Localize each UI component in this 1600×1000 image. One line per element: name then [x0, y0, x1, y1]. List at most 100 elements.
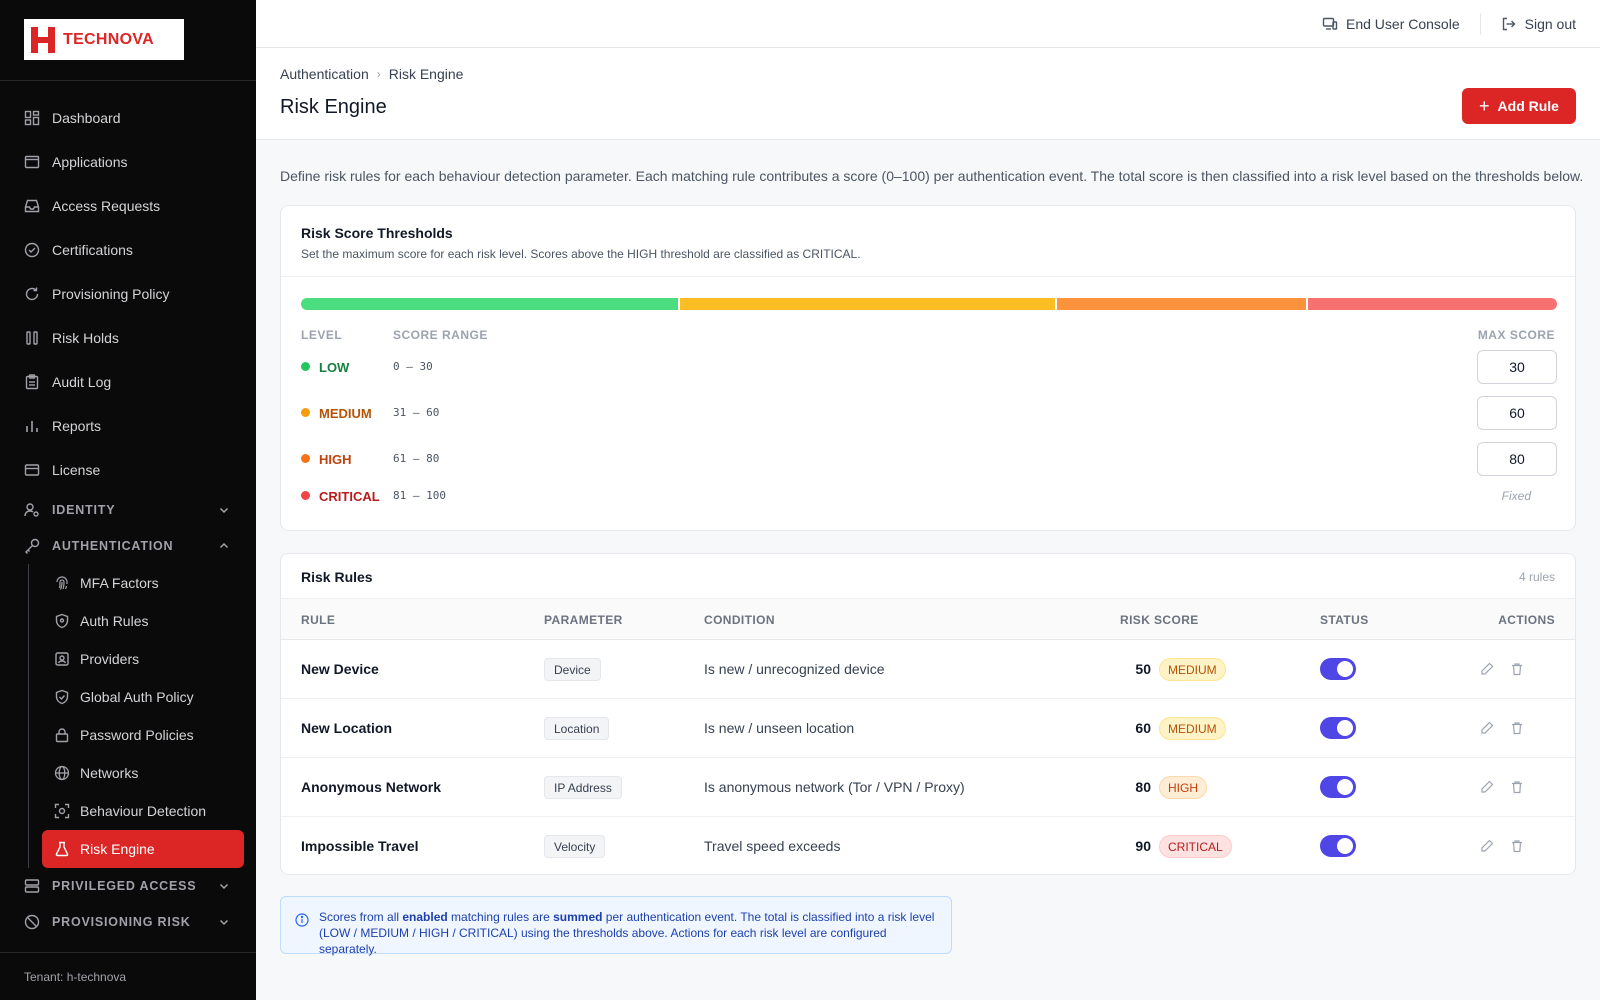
sidebar-item-risk-holds[interactable]: Risk Holds — [0, 316, 256, 360]
sidebar-item-dashboard[interactable]: Dashboard — [0, 96, 256, 140]
edit-icon[interactable] — [1480, 780, 1494, 794]
card-divider — [281, 276, 1575, 277]
col-score-range: SCORE RANGE — [393, 328, 488, 342]
section-label: IDENTITY — [52, 503, 116, 517]
sidebar-divider — [0, 80, 256, 81]
status-toggle[interactable] — [1320, 658, 1356, 680]
section-authentication[interactable]: AUTHENTICATION — [0, 528, 256, 564]
risk-level-badge: CRITICAL — [1159, 835, 1232, 858]
risk-score-value: 80 — [1135, 779, 1151, 795]
info-part: matching rules are — [447, 910, 554, 924]
th-status: STATUS — [1320, 613, 1369, 627]
sidebar-item-risk-engine[interactable]: Risk Engine — [42, 830, 244, 868]
edit-icon[interactable] — [1480, 839, 1494, 853]
credit-card-icon — [24, 462, 40, 478]
trash-icon[interactable] — [1510, 780, 1524, 794]
breadcrumb: Authentication › Risk Engine — [280, 66, 463, 82]
sidebar-item-label: Certifications — [52, 242, 133, 258]
sidebar-item-certifications[interactable]: Certifications — [0, 228, 256, 272]
rule-condition: Is anonymous network (Tor / VPN / Proxy) — [704, 779, 965, 795]
sidebar-item-global-auth-policy[interactable]: Global Auth Policy — [42, 678, 244, 716]
brand-logo[interactable]: TECHNOVA — [24, 19, 184, 60]
table-row: New Location Location Is new / unseen lo… — [281, 699, 1575, 758]
end-user-console-button[interactable]: End User Console — [1322, 16, 1460, 32]
topbar: End User Console Sign out — [256, 0, 1600, 48]
sidebar-item-mfa-factors[interactable]: MFA Factors — [42, 564, 244, 602]
rule-name: New Location — [301, 720, 393, 736]
sidebar-item-providers[interactable]: Providers — [42, 640, 244, 678]
table-row: Anonymous Network IP Address Is anonymou… — [281, 758, 1575, 817]
sidebar-item-label: Networks — [80, 765, 139, 781]
sidebar-item-networks[interactable]: Networks — [42, 754, 244, 792]
breadcrumb-item-authentication[interactable]: Authentication — [280, 66, 369, 82]
max-score-input-medium[interactable] — [1477, 396, 1557, 430]
section-provisioning-risk[interactable]: PROVISIONING RISK — [0, 904, 256, 940]
sidebar-item-audit-log[interactable]: Audit Log — [0, 360, 256, 404]
trash-icon[interactable] — [1510, 721, 1524, 735]
th-risk-score: RISK SCORE — [1120, 613, 1199, 627]
rules-count: 4 rules — [1518, 570, 1555, 584]
status-toggle[interactable] — [1320, 835, 1356, 857]
sidebar-item-password-policies[interactable]: Password Policies — [42, 716, 244, 754]
info-bold: summed — [553, 910, 603, 924]
max-score-input-high[interactable] — [1477, 442, 1557, 476]
parameter-tag: IP Address — [544, 776, 622, 799]
add-rule-button[interactable]: + Add Rule — [1462, 88, 1576, 124]
sidebar-item-license[interactable]: License — [0, 448, 256, 492]
max-score-input-low[interactable] — [1477, 350, 1557, 384]
trash-icon[interactable] — [1510, 839, 1524, 853]
sidebar-item-behaviour-detection[interactable]: Behaviour Detection — [42, 792, 244, 830]
pause-icon — [24, 330, 40, 346]
sign-out-button[interactable]: Sign out — [1501, 16, 1576, 32]
sidebar-item-label: Audit Log — [52, 374, 112, 390]
rules-card: Risk Rules 4 rules RULE PARAMETER CONDIT… — [280, 553, 1576, 875]
sidebar-item-label: Providers — [80, 651, 140, 667]
th-condition: CONDITION — [704, 613, 775, 627]
status-toggle[interactable] — [1320, 717, 1356, 739]
table-header: RULE PARAMETER CONDITION RISK SCORE STAT… — [281, 599, 1575, 640]
dashboard-icon — [24, 110, 40, 126]
sidebar-item-label: Dashboard — [52, 110, 121, 126]
level-dot — [301, 362, 310, 371]
chevron-down-icon — [219, 919, 229, 926]
rule-condition: Is new / unseen location — [704, 720, 855, 736]
score-bar — [301, 298, 1557, 310]
rules-header: Risk Rules 4 rules — [281, 554, 1575, 599]
bar-chart-icon — [24, 418, 40, 434]
thresholds-title: Risk Score Thresholds — [301, 225, 453, 241]
sidebar-item-reports[interactable]: Reports — [0, 404, 256, 448]
level-name: LOW — [319, 360, 350, 375]
level-range: 81 – 100 — [393, 489, 446, 502]
info-bold: enabled — [402, 910, 448, 924]
key-icon — [24, 538, 40, 554]
toggle-knob — [1337, 720, 1353, 736]
sidebar-item-applications[interactable]: Applications — [0, 140, 256, 184]
sidebar-item-label: Risk Holds — [52, 330, 119, 346]
trash-icon[interactable] — [1510, 662, 1524, 676]
section-privileged-access[interactable]: PRIVILEGED ACCESS — [0, 868, 256, 904]
edit-icon[interactable] — [1480, 721, 1494, 735]
edit-icon[interactable] — [1480, 662, 1494, 676]
sidebar-item-provisioning-policy[interactable]: Provisioning Policy — [0, 272, 256, 316]
sidebar: TECHNOVA Dashboard Applications Access R… — [0, 0, 256, 1000]
inbox-icon — [24, 198, 40, 214]
window-icon — [24, 154, 40, 170]
thresholds-card: Risk Score Thresholds Set the maximum sc… — [280, 205, 1576, 531]
refresh-icon — [24, 286, 40, 302]
sidebar-nav: Dashboard Applications Access Requests C… — [0, 96, 256, 940]
th-parameter: PARAMETER — [544, 613, 623, 627]
sidebar-item-access-requests[interactable]: Access Requests — [0, 184, 256, 228]
check-circle-icon — [24, 242, 40, 258]
level-name: CRITICAL — [319, 489, 380, 504]
section-identity[interactable]: IDENTITY — [0, 492, 256, 528]
brand-name: TECHNOVA — [63, 30, 154, 48]
risk-level-badge: MEDIUM — [1159, 658, 1226, 681]
sidebar-item-label: Access Requests — [52, 198, 161, 214]
level-row-medium: MEDIUM 31 – 60 — [301, 396, 1557, 430]
rule-name: Anonymous Network — [301, 779, 442, 795]
status-toggle[interactable] — [1320, 776, 1356, 798]
shield-icon — [54, 613, 70, 629]
sidebar-item-auth-rules[interactable]: Auth Rules — [42, 602, 244, 640]
rule-name: New Device — [301, 661, 379, 677]
risk-score-value: 50 — [1135, 661, 1151, 677]
